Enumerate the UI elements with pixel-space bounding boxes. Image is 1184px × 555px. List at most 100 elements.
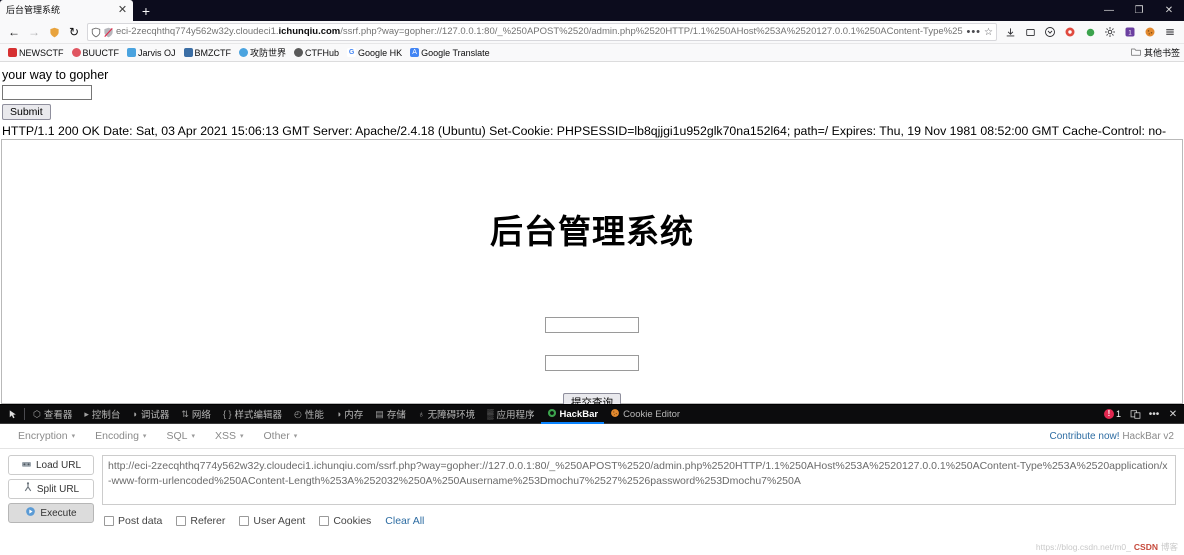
clear-all-link[interactable]: Clear All	[385, 515, 424, 527]
password-input[interactable]	[545, 355, 639, 371]
hackbar-menu-encoding[interactable]: Encoding ▾	[85, 430, 156, 442]
gopher-input[interactable]	[2, 85, 92, 100]
tracking-shield-icon[interactable]	[44, 22, 64, 42]
style-editor-icon: { }	[222, 409, 232, 419]
checkbox-icon	[176, 516, 187, 526]
admin-submit-button[interactable]: 提交查询	[563, 393, 621, 404]
cookies-checkbox[interactable]: Cookies	[319, 515, 371, 527]
extension-orange-icon[interactable]	[1140, 22, 1160, 42]
split-url-button[interactable]: Split URL	[8, 479, 94, 499]
url-prefix: eci-2zecqhthq774y562w32y.cloudeci1.	[116, 26, 279, 37]
devtools-tab-memory[interactable]: ◑ 内存	[330, 405, 369, 424]
window-maximize-button[interactable]: ❐	[1124, 0, 1154, 21]
bookmark-item[interactable]: CTFHub	[290, 45, 343, 61]
devtools-tab-inspector[interactable]: ⬡ 查看器	[27, 405, 78, 424]
devtools-tab-debugger[interactable]: ◗ 调试器	[126, 405, 175, 424]
address-bar[interactable]: eci-2zecqhthq774y562w32y.cloudeci1.ichun…	[87, 23, 997, 41]
hackbar-url-textarea[interactable]: http://eci-2zecqhthq774y562w32y.cloudeci…	[102, 455, 1176, 505]
browser-tab[interactable]: 后台管理系统 ✕	[0, 0, 133, 21]
hackbar-menu-encryption[interactable]: Encryption ▾	[8, 430, 85, 442]
pocket-icon[interactable]	[1040, 22, 1060, 42]
tab-close-icon[interactable]: ✕	[116, 4, 129, 17]
devtools-tab-label: 存储	[386, 410, 406, 421]
admin-login-form: 提交查询	[2, 317, 1182, 404]
contribute-link[interactable]: Contribute now!	[1049, 431, 1119, 442]
bookmark-item[interactable]: G Google HK	[343, 45, 406, 61]
checkbox-label: Referer	[190, 515, 226, 527]
username-input[interactable]	[545, 317, 639, 333]
submit-button[interactable]: Submit	[2, 104, 51, 120]
tracking-protection-off-icon[interactable]	[103, 27, 114, 38]
back-button[interactable]: ←	[4, 22, 24, 42]
error-count-badge[interactable]: ! 1	[1103, 409, 1121, 419]
window-minimize-button[interactable]: —	[1094, 0, 1124, 21]
error-icon: !	[1103, 409, 1114, 419]
hackbar-menu-label: SQL	[166, 430, 188, 442]
post-data-checkbox[interactable]: Post data	[104, 515, 162, 527]
reload-button[interactable]: ↻	[64, 22, 84, 42]
hackbar-menu-sql[interactable]: SQL ▾	[156, 430, 205, 442]
other-bookmarks-folder[interactable]: 其他书签	[1131, 46, 1180, 59]
bookmark-item[interactable]: BUUCTF	[68, 45, 124, 61]
screenshot-icon[interactable]	[1020, 22, 1040, 42]
devtools-tabbar: ⬡ 查看器 ▸ 控制台 ◗ 调试器 ⇅ 网络 { } 样式编辑器 ◴ 性能 ◑ …	[0, 405, 1184, 424]
error-count-label: 1	[1115, 409, 1121, 419]
memory-icon: ◑	[335, 409, 342, 419]
window-close-button[interactable]: ✕	[1154, 0, 1184, 21]
bookmarks-bar: NEWSCTF BUUCTF Jarvis OJ BMZCTF 攻防世界 CTF…	[0, 44, 1184, 62]
devtools-close-icon[interactable]: ✕	[1164, 405, 1182, 424]
hackbar-button-label: Split URL	[36, 483, 80, 495]
watermark-brand: CSDN	[1133, 542, 1158, 552]
execute-button[interactable]: Execute	[8, 503, 94, 523]
bookmark-item[interactable]: NEWSCTF	[4, 45, 68, 61]
devtools-tab-label: 内存	[344, 410, 364, 421]
application-icon: ▒	[487, 409, 494, 419]
referer-checkbox[interactable]: Referer	[176, 515, 225, 527]
page-info-icon[interactable]	[91, 27, 101, 38]
toolbar-divider	[24, 408, 25, 420]
bookmark-star-icon[interactable]: ☆	[984, 27, 993, 38]
url-text[interactable]: eci-2zecqhthq774y562w32y.cloudeci1.ichun…	[116, 24, 963, 40]
hackbar-menu-xss[interactable]: XSS ▾	[205, 430, 254, 442]
bookmark-item[interactable]: Jarvis OJ	[123, 45, 180, 61]
user-agent-checkbox[interactable]: User Agent	[239, 515, 305, 527]
downloads-icon[interactable]	[1000, 22, 1020, 42]
devtools-tab-cookie-editor[interactable]: Cookie Editor	[604, 405, 686, 424]
checkbox-icon	[239, 516, 250, 526]
devtools-options-icon[interactable]: •••	[1145, 405, 1163, 424]
responsive-design-mode-icon[interactable]	[1126, 405, 1144, 424]
settings-gear-icon[interactable]	[1100, 22, 1120, 42]
devtools-tab-storage[interactable]: ▤ 存储	[369, 405, 412, 424]
devtools-tab-network[interactable]: ⇅ 网络	[175, 405, 217, 424]
devtools-tab-performance[interactable]: ◴ 性能	[288, 405, 330, 424]
devtools-tab-application[interactable]: ▒ 应用程序	[481, 405, 540, 424]
browser-window: 后台管理系统 ✕ + — ❐ ✕ ← → ↻ eci-2zecqhthq774y…	[0, 0, 1184, 555]
checkbox-label: Cookies	[333, 515, 372, 527]
pin-icon	[183, 48, 193, 57]
hackbar-menu-other[interactable]: Other ▾	[254, 430, 308, 442]
devtools-tab-style-editor[interactable]: { } 样式编辑器	[217, 405, 288, 424]
devtools-tab-accessibility[interactable]: ♁ 无障碍环境	[412, 405, 481, 424]
new-tab-button[interactable]: +	[133, 0, 159, 21]
devtools-tab-console[interactable]: ▸ 控制台	[78, 405, 126, 424]
bookmark-label: Jarvis OJ	[138, 47, 176, 58]
menu-icon[interactable]	[1160, 22, 1180, 42]
hackbar-menu-label: Encryption	[18, 430, 68, 442]
page-actions-icon[interactable]: •••	[963, 26, 984, 38]
extension-purple-icon[interactable]: 1	[1120, 22, 1140, 42]
accessibility-icon: ♁	[417, 409, 425, 419]
storage-icon: ▤	[375, 408, 384, 419]
load-url-button[interactable]: Load URL	[8, 455, 94, 475]
chevron-down-icon: ▾	[191, 433, 195, 440]
element-picker-icon[interactable]	[2, 405, 22, 424]
hackbar-button-label: Load URL	[35, 459, 82, 471]
bookmark-item[interactable]: A Google Translate	[406, 45, 494, 61]
extension-red-icon[interactable]	[1060, 22, 1080, 42]
bookmark-label: Google Translate	[421, 47, 490, 58]
devtools-tab-hackbar[interactable]: HackBar	[540, 405, 605, 424]
bookmark-item[interactable]: BMZCTF	[180, 45, 236, 61]
bookmark-item[interactable]: 攻防世界	[235, 45, 290, 61]
forward-button[interactable]: →	[24, 22, 44, 42]
extension-green-icon[interactable]	[1080, 22, 1100, 42]
watermark: https://blog.csdn.net/m0_ CSDN 博客	[1036, 541, 1178, 553]
